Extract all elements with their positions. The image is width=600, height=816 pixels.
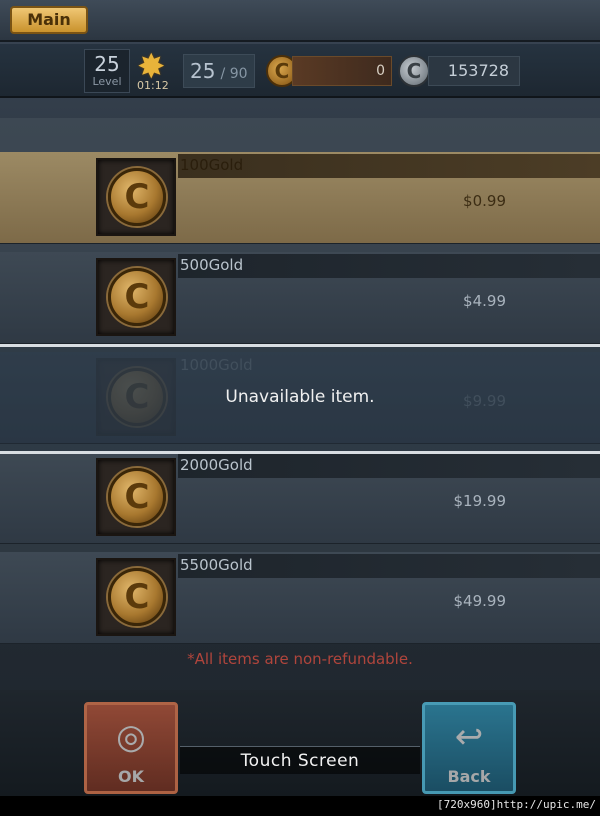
item-icon-frame: C	[96, 458, 176, 536]
stamina-max: / 90	[220, 66, 248, 82]
item-icon-frame: C	[96, 558, 176, 636]
gold-coin-icon: C	[108, 168, 166, 226]
back-label: Back	[447, 767, 491, 786]
gold-coin-icon: C	[108, 468, 166, 526]
gold-balance: 0	[292, 56, 392, 86]
top-bar: Main	[0, 0, 600, 42]
game-screen: Main 25 Level ✸ 01:12 25 / 90 C 0 C 1537…	[0, 0, 600, 796]
gold-coin-icon: C	[108, 568, 166, 626]
ok-icon: ◎	[116, 717, 146, 757]
main-tab[interactable]: Main	[10, 6, 88, 34]
unavailable-popup[interactable]: Unavailable item.	[0, 344, 600, 454]
shop-item-100gold[interactable]: C 100Gold $0.99	[0, 152, 600, 244]
item-price: $4.99	[463, 292, 506, 310]
item-price: $49.99	[453, 592, 507, 610]
popup-message: Unavailable item.	[225, 387, 375, 407]
item-name: 5500Gold	[180, 556, 253, 574]
back-button[interactable]: ↩ Back	[422, 702, 516, 794]
stamina-star: ✸ 01:12	[135, 49, 183, 93]
level-label: Level	[92, 75, 122, 88]
level-indicator: 25 Level	[84, 49, 130, 93]
shop-item-5500gold[interactable]: C 5500Gold $49.99	[0, 552, 600, 644]
silver-balance: 153728	[428, 56, 520, 86]
item-price: $19.99	[453, 492, 507, 510]
item-name: 500Gold	[180, 256, 244, 274]
stamina-timer: 01:12	[137, 79, 169, 92]
ok-label: OK	[118, 767, 144, 786]
item-price: $0.99	[463, 192, 506, 210]
stamina-counter: 25 / 90	[183, 54, 255, 88]
item-name: 100Gold	[180, 156, 244, 174]
stamina-current: 25	[190, 59, 216, 83]
shop-item-2000gold[interactable]: C 2000Gold $19.99	[0, 452, 600, 544]
silver-coin-icon: C	[398, 55, 430, 87]
ok-button[interactable]: ◎ OK	[84, 702, 178, 794]
item-icon-frame: C	[96, 258, 176, 336]
bottom-bar: ◎ OK ↩ Back Touch Screen	[0, 690, 600, 796]
refund-notice: *All items are non-refundable.	[187, 650, 413, 668]
gold-coin-icon: C	[108, 268, 166, 326]
shop-item-500gold[interactable]: C 500Gold $4.99	[0, 252, 600, 344]
touch-screen-prompt[interactable]: Touch Screen	[180, 746, 420, 774]
watermark-text: [720x960]http://upic.me/	[437, 798, 596, 811]
item-name: 2000Gold	[180, 456, 253, 474]
status-bar: 25 Level ✸ 01:12 25 / 90 C 0 C 153728	[0, 44, 600, 98]
item-icon-frame: C	[96, 158, 176, 236]
level-value: 25	[94, 52, 120, 76]
back-arrow-icon: ↩	[454, 717, 484, 757]
